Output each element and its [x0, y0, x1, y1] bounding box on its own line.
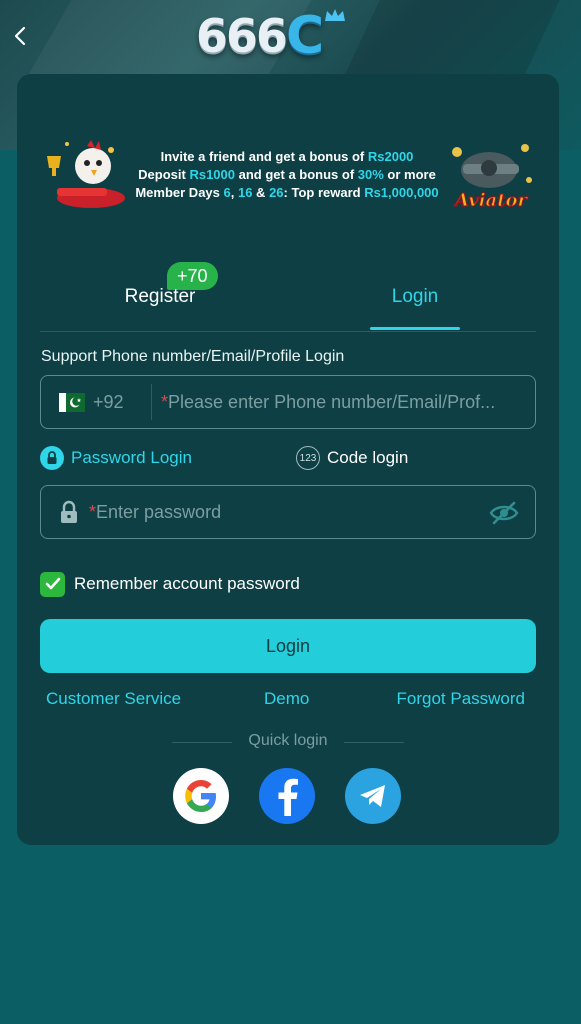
aviator-game-illustration: Aviator — [452, 144, 532, 212]
checkmark-icon — [45, 577, 60, 590]
pakistan-flag-icon[interactable] — [59, 393, 85, 412]
password-field[interactable]: *Enter password — [40, 485, 536, 539]
chevron-left-icon — [14, 26, 26, 46]
tab-login[interactable]: Login — [370, 260, 460, 330]
aviator-logo-text: Aviator — [453, 190, 529, 211]
telegram-login-button[interactable] — [345, 768, 401, 824]
country-code[interactable]: +92 — [93, 392, 124, 413]
crown-icon — [325, 9, 345, 21]
tab-register[interactable]: +70 Register — [83, 260, 283, 330]
promo-banner[interactable]: Invite a friend and get a bonus of Rs200… — [39, 126, 539, 226]
divider-right — [344, 742, 404, 743]
facebook-icon — [278, 778, 298, 816]
logo-digits: 666 — [196, 9, 288, 63]
code-login-label: Code login — [327, 448, 409, 467]
promo-line-2: Deposit Rs1000 and get a bonus of 30% or… — [138, 167, 436, 182]
password-login-option[interactable]: Password Login — [40, 444, 192, 472]
quick-login-heading: Quick login — [172, 732, 404, 752]
password-login-label: Password Login — [71, 448, 192, 467]
login-card: Invite a friend and get a bonus of Rs200… — [17, 74, 559, 845]
google-icon — [185, 780, 216, 812]
password-input[interactable]: *Enter password — [89, 502, 469, 523]
login-mode-selector: Password Login 123 Code login — [40, 444, 536, 474]
hide-password-icon[interactable] — [489, 500, 519, 526]
logo-letter: C — [286, 6, 324, 66]
support-label: Support Phone number/Email/Profile Login — [41, 348, 345, 365]
field-divider — [151, 384, 152, 420]
demo-link[interactable]: Demo — [264, 689, 309, 709]
phone-field[interactable]: +92 *Please enter Phone number/Email/Pro… — [40, 375, 536, 429]
login-button[interactable]: Login — [40, 619, 536, 673]
padlock-icon — [61, 500, 77, 523]
back-button[interactable] — [6, 20, 34, 52]
lock-icon — [40, 446, 64, 470]
numeric-code-icon: 123 — [296, 446, 320, 470]
remember-password[interactable]: Remember account password — [40, 571, 300, 597]
chicken-plane-illustration — [47, 140, 125, 208]
customer-service-link[interactable]: Customer Service — [46, 689, 181, 709]
quick-login-label: Quick login — [248, 732, 328, 749]
tab-register-label: Register — [124, 286, 196, 307]
google-login-button[interactable] — [173, 768, 229, 824]
promo-line-1: Invite a friend and get a bonus of Rs200… — [160, 149, 414, 164]
divider-left — [172, 742, 232, 743]
remember-checkbox[interactable] — [40, 571, 65, 597]
tab-login-label: Login — [391, 286, 439, 307]
help-links: Customer Service Demo Forgot Password — [40, 689, 536, 713]
promo-text: Invite a friend and get a bonus of Rs200… — [129, 148, 445, 202]
code-login-option[interactable]: 123 Code login — [296, 444, 408, 472]
phone-input[interactable]: *Please enter Phone number/Email/Prof... — [161, 392, 527, 413]
remember-label: Remember account password — [74, 574, 300, 593]
brand-logo: 666 C — [196, 6, 352, 66]
telegram-icon — [360, 785, 385, 807]
tabs-divider — [40, 331, 536, 332]
active-tab-indicator — [370, 327, 460, 330]
forgot-password-link[interactable]: Forgot Password — [397, 689, 526, 709]
promo-line-3: Member Days 6, 16 & 26: Top reward Rs1,0… — [135, 185, 439, 200]
facebook-login-button[interactable] — [259, 768, 315, 824]
auth-tabs: +70 Register Login — [40, 260, 536, 332]
